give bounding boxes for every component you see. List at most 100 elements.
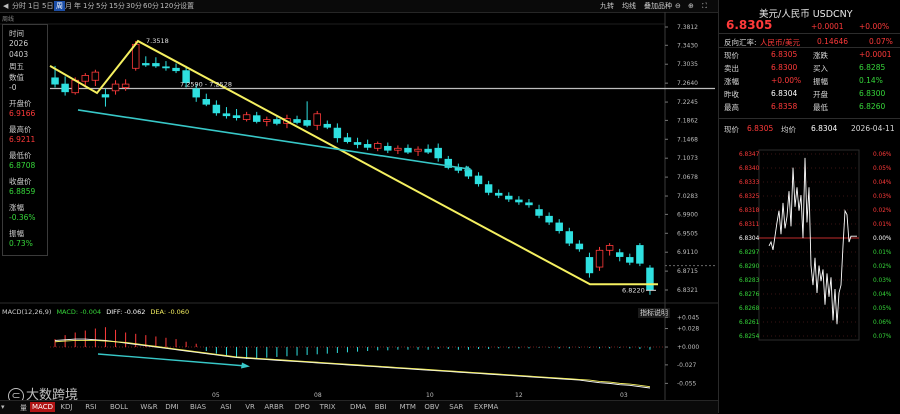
- indicator-tab[interactable]: OBV: [424, 403, 439, 411]
- indicator-tab[interactable]: BIAS: [190, 403, 206, 411]
- quote-label: 现价: [724, 51, 739, 60]
- indicator-tab[interactable]: VR: [245, 403, 255, 411]
- indicator-tab[interactable]: DMI: [165, 403, 179, 411]
- intraday-left-tick: 6.8254: [739, 334, 760, 340]
- candle-body: [91, 71, 100, 81]
- candle-body: [424, 148, 432, 153]
- indicator-tab[interactable]: MACD: [30, 402, 55, 412]
- quote-value: 6.8300: [771, 63, 798, 72]
- close-label: 收盘价: [9, 177, 32, 186]
- indicator-tab[interactable]: BBI: [375, 403, 387, 411]
- candle-body: [212, 104, 221, 114]
- kline-chart[interactable]: 7.3812 7.3430 7.3035 7.2640 7.2245 7.1862 7.14…: [0, 12, 718, 302]
- minus-icon[interactable]: ⊖: [675, 1, 681, 11]
- candle-body: [545, 215, 553, 223]
- quote-label: 振幅: [813, 77, 828, 86]
- intraday-right-tick: 0.01%: [873, 222, 892, 228]
- candle-body: [494, 192, 503, 196]
- open-label: 开盘价: [9, 99, 32, 108]
- macd-tick-label: -0.055: [677, 380, 697, 387]
- candle-body: [51, 77, 59, 85]
- x-axis-label: 05: [212, 392, 220, 399]
- macd-chart[interactable]: +0.045 +0.028 +0.000 -0.027 -0.055 05 08 10 12 03: [0, 302, 718, 400]
- price-tick-label: 6.9900: [677, 211, 698, 218]
- candle-body: [515, 199, 523, 203]
- toolbar-option[interactable]: 叠加品种: [644, 1, 672, 11]
- indicator-tab[interactable]: SAR: [449, 403, 463, 411]
- trend-arrow: [77, 109, 469, 170]
- indicator-tab[interactable]: MTM: [400, 403, 416, 411]
- indicator-tab[interactable]: KDJ: [60, 403, 72, 411]
- candle-body: [152, 63, 160, 67]
- price-tick-label: 6.8321: [677, 287, 698, 294]
- intraday-left-tick: 6.8340: [739, 166, 760, 172]
- high-value: 6.9211: [9, 135, 36, 144]
- indicator-tabs: ▾ 量 MACD KDJ RSI BOLL W&R DMI BIAS ASI VR ARBR DPO TR…: [0, 400, 718, 414]
- candle-body: [414, 148, 422, 152]
- price-change: +0.0001: [811, 22, 844, 31]
- price-tick-label: 7.3812: [677, 24, 698, 31]
- candle-body: [313, 113, 321, 126]
- candle-body: [111, 83, 120, 92]
- peak-annotation: 7.3518: [146, 37, 169, 45]
- price-tick-label: 7.1468: [677, 136, 698, 143]
- trendline: [49, 39, 658, 286]
- intraday-right-tick: 0.06%: [873, 320, 892, 326]
- candle-body: [303, 120, 311, 126]
- intraday-left-tick: 6.8283: [739, 278, 760, 284]
- candle-body: [615, 252, 624, 257]
- count-value: -0: [9, 83, 17, 92]
- divider: [719, 33, 900, 34]
- intraday-chart[interactable]: 6.8347 0.06% 6.8340 0.05% 6.8333 0.04% 6.8325 0…: [719, 136, 900, 346]
- quote-value: 6.8300: [859, 89, 886, 98]
- indicator-tab[interactable]: ARBR: [264, 403, 283, 411]
- macd-arrow-head: [241, 362, 250, 369]
- indicator-tab[interactable]: TRIX: [320, 403, 336, 411]
- candle-body: [293, 119, 301, 123]
- candle-body: [434, 147, 442, 159]
- toolbar-option[interactable]: 九转: [600, 1, 614, 11]
- candle-body: [273, 119, 281, 124]
- indicator-tab[interactable]: W&R: [140, 403, 157, 411]
- plus-icon[interactable]: ⊕: [688, 1, 694, 11]
- candle-body: [595, 249, 604, 268]
- toolbar-option[interactable]: 均线: [622, 1, 636, 11]
- close-value: 6.8859: [9, 187, 36, 196]
- candle-body: [384, 145, 392, 151]
- price-tick-label: 7.2245: [677, 99, 698, 106]
- price-tick-label: 6.9505: [677, 230, 698, 237]
- candle-body: [263, 119, 271, 122]
- collapse-icon[interactable]: ▾: [1, 403, 5, 411]
- amplitude-label: 振幅: [9, 229, 24, 238]
- indicator-tab[interactable]: DMA: [350, 403, 366, 411]
- candle-body: [232, 115, 241, 119]
- quote-label: 昨收: [724, 90, 739, 99]
- indicator-tab[interactable]: ASI: [220, 403, 231, 411]
- intraday-right-tick: 0.02%: [873, 264, 892, 270]
- price-tick-label: 6.9110: [677, 249, 698, 256]
- mini-price: 6.8305: [747, 124, 774, 133]
- candle-body: [575, 243, 584, 250]
- macd-tick-label: -0.027: [677, 362, 697, 369]
- quote-label: 卖出: [724, 64, 739, 73]
- candle-body: [505, 195, 513, 200]
- candle-body: [394, 147, 402, 151]
- intraday-right-tick: 0.05%: [873, 166, 892, 172]
- indicator-tab[interactable]: DPO: [295, 403, 310, 411]
- indicator-tab[interactable]: 量: [20, 403, 27, 413]
- quote-label: 涨跌: [813, 51, 828, 60]
- indicator-tab[interactable]: RSI: [85, 403, 96, 411]
- candle-body: [474, 175, 483, 185]
- intraday-left-tick: 6.8276: [739, 292, 760, 298]
- fullscreen-icon[interactable]: ⛶: [702, 1, 707, 11]
- candle-body: [61, 83, 69, 93]
- indicator-tab[interactable]: EXPMA: [474, 403, 498, 411]
- amplitude-value: 0.73%: [9, 239, 33, 248]
- x-axis-label: 08: [314, 392, 322, 399]
- indicator-tab[interactable]: BOLL: [110, 403, 128, 411]
- candle-body: [464, 169, 473, 177]
- period-tab[interactable]: 设置: [178, 1, 196, 11]
- weekday: 周五: [9, 62, 24, 71]
- candle-body: [605, 245, 614, 251]
- back-arrow-icon[interactable]: ◀: [1, 1, 10, 11]
